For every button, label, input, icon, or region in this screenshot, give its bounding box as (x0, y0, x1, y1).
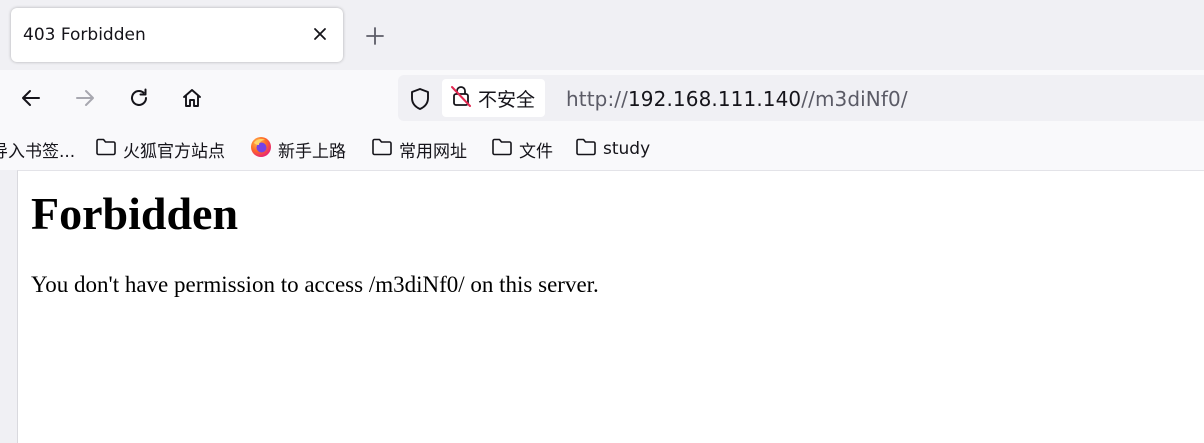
page-content: Forbidden You don't have permission to a… (17, 170, 1204, 443)
bookmark-folder-files[interactable]: 文件 (491, 136, 553, 162)
folder-icon (371, 138, 393, 160)
forward-arrow-icon[interactable] (67, 80, 103, 116)
error-message: You don't have permission to access /m3d… (31, 272, 599, 297)
folder-icon (95, 138, 117, 160)
bookmarks-toolbar: 导入书签... 火狐官方站点 新手上路 (0, 128, 1204, 170)
url-scheme: http:// (566, 87, 628, 111)
new-tab-plus-icon[interactable] (360, 21, 390, 51)
navigation-toolbar: 不安全 http://192.168.111.140//m3diNf0/ (0, 70, 1204, 128)
bookmark-label: 导入书签... (0, 141, 76, 162)
address-bar[interactable]: 不安全 http://192.168.111.140//m3diNf0/ (398, 75, 1204, 121)
url-host: 192.168.111.140 (627, 87, 802, 111)
connection-not-secure-button[interactable]: 不安全 (442, 79, 546, 117)
bookmark-getting-started[interactable]: 新手上路 (250, 136, 346, 162)
folder-icon (491, 138, 513, 160)
tab-strip: 403 Forbidden (0, 0, 1204, 70)
firefox-icon (250, 136, 272, 162)
bookmark-label: 文件 (519, 141, 553, 162)
reload-icon[interactable] (121, 80, 157, 116)
insecure-lock-icon (450, 84, 472, 112)
security-label: 不安全 (478, 88, 536, 111)
home-icon[interactable] (174, 80, 210, 116)
bookmark-label: 新手上路 (278, 141, 346, 162)
bookmark-folder-study[interactable]: study (575, 136, 650, 162)
tracking-protection-shield-icon[interactable] (406, 85, 434, 113)
bookmark-label: 常用网址 (399, 141, 467, 162)
page-heading: Forbidden (31, 188, 239, 239)
folder-icon (575, 138, 597, 160)
url-path: //m3diNf0/ (801, 87, 908, 111)
bookmark-folder-firefox-official[interactable]: 火狐官方站点 (95, 136, 225, 162)
tab-title: 403 Forbidden (23, 25, 146, 45)
back-arrow-icon[interactable] (13, 80, 49, 116)
close-tab-icon[interactable] (309, 23, 331, 45)
url-text[interactable]: http://192.168.111.140//m3diNf0/ (566, 87, 908, 111)
bookmark-label: study (603, 139, 651, 159)
bookmark-label: 火狐官方站点 (123, 141, 225, 162)
bookmark-folder-common-sites[interactable]: 常用网址 (371, 136, 467, 162)
bookmark-import[interactable]: 导入书签... (0, 136, 75, 162)
tab-active[interactable]: 403 Forbidden (11, 8, 343, 62)
